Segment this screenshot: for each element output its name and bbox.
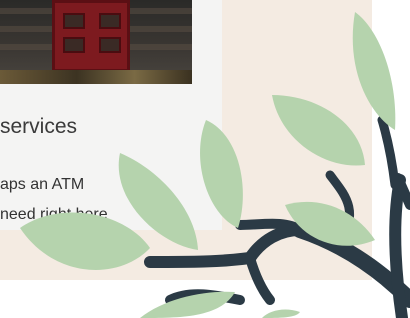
- leafy-branch-illustration: [20, 12, 410, 318]
